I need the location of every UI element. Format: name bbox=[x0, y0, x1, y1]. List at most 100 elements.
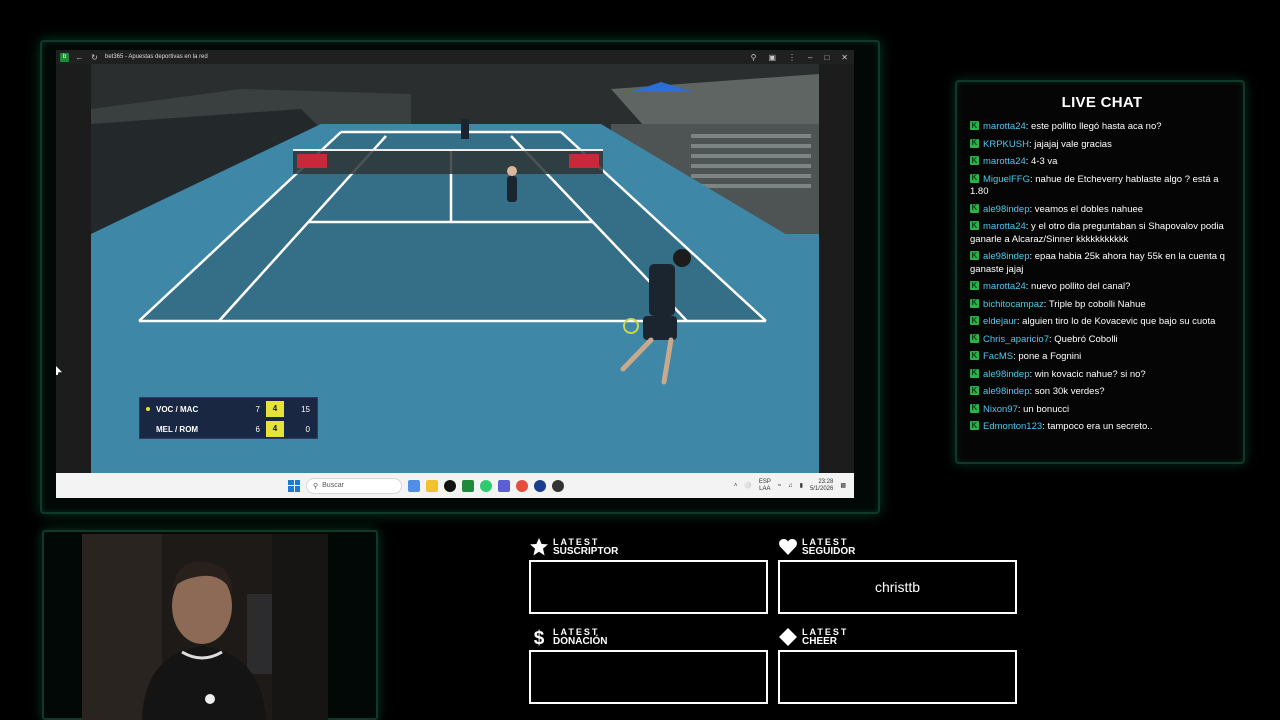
bet365-app-icon: b bbox=[60, 52, 69, 62]
mic-icon[interactable]: ⚪ bbox=[744, 482, 751, 489]
copilot-icon[interactable] bbox=[408, 479, 420, 492]
kick-badge-icon bbox=[970, 137, 979, 150]
search-placeholder: Buscar bbox=[322, 482, 344, 489]
kick-badge-icon bbox=[970, 385, 979, 397]
bet365-taskbar-icon[interactable] bbox=[462, 479, 474, 492]
zoom-icon[interactable]: ⚲ bbox=[751, 53, 757, 62]
windows-start-icon[interactable] bbox=[288, 479, 300, 492]
chat-text: : 4-3 va bbox=[1025, 156, 1058, 167]
cheer-label: CHEER bbox=[802, 636, 838, 647]
video-letterbox-right bbox=[819, 64, 854, 473]
chat-text: : Triple bp cobolli Nahue bbox=[1043, 298, 1146, 310]
point-score: 15 bbox=[301, 404, 310, 414]
language-code: ESP bbox=[758, 478, 771, 485]
video-letterbox-left bbox=[56, 64, 91, 473]
chat-text: : veamos el dobles nahuee bbox=[1029, 203, 1144, 215]
chat-username[interactable]: ale98indep bbox=[983, 386, 1030, 397]
chat-message: Chris_aparicio7: Quebró Cobolli bbox=[970, 332, 1232, 347]
chat-message: ale98indep: son 30k verdes? bbox=[970, 385, 1232, 399]
app-icon[interactable] bbox=[534, 479, 546, 492]
kick-badge-icon bbox=[970, 315, 979, 327]
browser-window: b ← ↻ bet365 - Apuestas deportivas en la… bbox=[56, 50, 854, 498]
chat-text: : Quebró Cobolli bbox=[1049, 333, 1118, 345]
windows-taskbar: ⚲ Buscar ˄ ⚪ ESP LAA ≈ ♫ ▮ 23:28 5/1/202… bbox=[56, 473, 854, 498]
chat-username[interactable]: marotta24 bbox=[983, 156, 1026, 167]
chat-message: eldejaur: alguien tiro lo de Kovacevic q… bbox=[970, 315, 1232, 329]
more-options-icon[interactable]: ⋮ bbox=[788, 53, 796, 62]
game-score: 4 bbox=[266, 401, 284, 417]
minimize-button[interactable]: – bbox=[808, 53, 812, 62]
latest-cheer-header: LATEST CHEER bbox=[778, 627, 848, 647]
chat-username[interactable]: Chris_aparicio7 bbox=[983, 334, 1049, 345]
latest-seguidor-header: LATEST SEGUIDOR bbox=[778, 537, 855, 557]
latest-suscriptor-header: LATEST SUSCRIPTOR bbox=[529, 537, 618, 557]
chat-message: marotta24: 4-3 va bbox=[970, 155, 1232, 169]
chat-username[interactable]: eldejaur bbox=[983, 316, 1017, 327]
extensions-icon[interactable]: ▣ bbox=[768, 53, 776, 62]
chat-username[interactable]: Nixon97 bbox=[983, 404, 1018, 415]
taskbar-search[interactable]: ⚲ Buscar bbox=[306, 477, 402, 494]
language-indicator[interactable]: ESP LAA bbox=[759, 479, 771, 493]
kick-badge-icon bbox=[970, 220, 979, 232]
tiktok-icon[interactable] bbox=[444, 479, 456, 492]
chat-text: : tampoco era un secreto.. bbox=[1042, 421, 1153, 432]
back-arrow-icon[interactable]: ← bbox=[75, 53, 84, 62]
wifi-icon[interactable]: ≈ bbox=[778, 483, 781, 489]
chat-username[interactable]: KRPKUSH bbox=[983, 139, 1029, 150]
latest-donacion-header: $ LATEST DONACIÓN bbox=[529, 627, 608, 648]
scoreboard: VOC / MAC 7 4 15 MEL / ROM 6 4 0 bbox=[139, 397, 318, 439]
kick-badge-icon bbox=[970, 402, 979, 415]
donacion-label: DONACIÓN bbox=[553, 636, 608, 647]
chat-username[interactable]: MiguelFFG bbox=[983, 174, 1030, 185]
chat-username[interactable]: ale98indep bbox=[983, 204, 1030, 215]
chat-text: : jajajaj vale gracias bbox=[1028, 138, 1112, 150]
teams-icon[interactable] bbox=[498, 479, 510, 492]
chat-username[interactable]: marotta24 bbox=[983, 121, 1026, 132]
maximize-button[interactable]: □ bbox=[824, 53, 829, 62]
chat-username[interactable]: marotta24 bbox=[983, 281, 1026, 292]
kick-badge-icon bbox=[970, 332, 979, 345]
chat-title: LIVE CHAT bbox=[1061, 94, 1143, 111]
chat-username[interactable]: ale98indep bbox=[983, 251, 1030, 262]
refresh-icon[interactable]: ↻ bbox=[90, 53, 99, 62]
seguidor-label: SEGUIDOR bbox=[802, 546, 856, 557]
chat-username[interactable]: marotta24 bbox=[983, 221, 1026, 232]
kick-badge-icon bbox=[970, 420, 979, 432]
scoreboard-row: MEL / ROM 6 4 0 bbox=[140, 419, 319, 439]
star-icon bbox=[530, 538, 548, 556]
chat-message: MiguelFFG: nahue de Etcheverry hablaste … bbox=[970, 172, 1232, 199]
chrome-icon[interactable] bbox=[516, 479, 528, 492]
keyboard-layout: LAA bbox=[759, 485, 771, 492]
chat-text: : alguien tiro lo de Kovacevic que bajo … bbox=[1016, 316, 1216, 327]
chat-username[interactable]: ale98indep bbox=[983, 369, 1030, 380]
close-button[interactable]: ✕ bbox=[841, 53, 848, 62]
webcam-feed bbox=[82, 534, 328, 720]
chevron-up-icon[interactable]: ˄ bbox=[734, 483, 738, 489]
battery-icon[interactable]: ▮ bbox=[800, 482, 803, 489]
kick-badge-icon bbox=[970, 367, 979, 380]
folder-icon[interactable] bbox=[426, 479, 438, 492]
set-score: 7 bbox=[255, 404, 260, 414]
chat-message: ale98indep: win kovacic nahue? si no? bbox=[970, 367, 1232, 382]
browser-titlebar: b ← ↻ bet365 - Apuestas deportivas en la… bbox=[56, 50, 854, 64]
obs-icon[interactable] bbox=[552, 479, 564, 492]
kick-badge-icon bbox=[970, 202, 979, 215]
chat-username[interactable]: bichitocampaz bbox=[983, 299, 1044, 310]
volume-icon[interactable]: ♫ bbox=[788, 483, 793, 489]
chat-text: : win kovacic nahue? si no? bbox=[1029, 368, 1146, 380]
chat-username[interactable]: Edmonton123 bbox=[983, 421, 1042, 432]
serving-indicator-icon bbox=[146, 407, 150, 411]
chat-text: : este pollito llegó hasta aca no? bbox=[1025, 121, 1162, 132]
video-player[interactable]: VOC / MAC 7 4 15 MEL / ROM 6 4 0 bbox=[56, 64, 854, 473]
point-score: 0 bbox=[305, 424, 310, 434]
team-name: VOC / MAC bbox=[156, 404, 199, 414]
chat-username[interactable]: FacMS bbox=[983, 351, 1013, 362]
kick-badge-icon bbox=[970, 172, 979, 185]
chat-text: : un bonucci bbox=[1017, 403, 1070, 415]
notification-icon[interactable]: ▩ bbox=[840, 482, 846, 489]
chat-message: ale98indep: epaa habia 25k ahora hay 55k… bbox=[970, 250, 1232, 276]
whatsapp-icon[interactable] bbox=[480, 479, 492, 492]
system-clock[interactable]: 23:28 5/1/2026 bbox=[810, 479, 833, 493]
kick-badge-icon bbox=[970, 350, 979, 362]
set-score: 6 bbox=[255, 424, 260, 434]
